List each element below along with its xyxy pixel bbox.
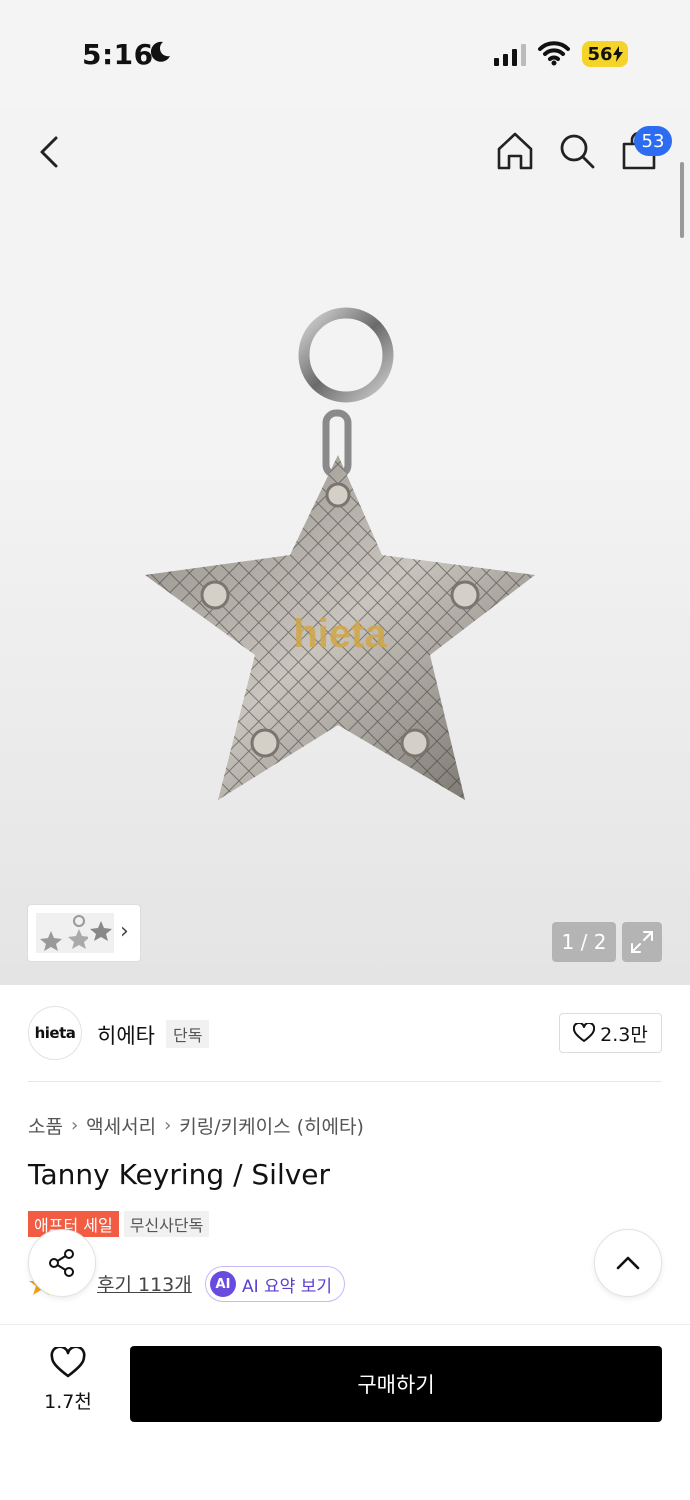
expand-image-button[interactable] <box>622 922 662 962</box>
brand-like-button[interactable]: 2.3만 <box>559 1013 662 1053</box>
breadcrumb-item[interactable]: 키링/키케이스 (히에타) <box>179 1112 364 1139</box>
product-title: Tanny Keyring / Silver <box>28 1158 331 1191</box>
status-bar: 5:16 56 <box>0 0 690 110</box>
scroll-to-top-button[interactable] <box>594 1229 662 1297</box>
brand-name[interactable]: 히에타 <box>97 1020 155 1050</box>
expand-icon <box>631 931 653 953</box>
back-arrow-icon[interactable] <box>30 132 70 172</box>
share-button[interactable] <box>28 1229 96 1297</box>
chevron-right-icon: › <box>164 1115 172 1136</box>
chevron-right-icon[interactable]: › <box>120 919 129 944</box>
brand-logo[interactable]: hieta <box>28 1006 82 1060</box>
image-page-counter: 1 / 2 <box>552 922 616 962</box>
thumbnail[interactable] <box>36 913 66 953</box>
cellular-signal-icon <box>494 44 526 66</box>
moon-icon <box>150 41 170 62</box>
chevron-right-icon: › <box>70 1115 79 1136</box>
ai-summary-button[interactable]: AI AI 요약 보기 <box>205 1266 346 1302</box>
product-photo[interactable]: hieta <box>140 305 540 805</box>
ai-icon: AI <box>210 1271 236 1297</box>
home-icon[interactable] <box>494 130 536 172</box>
breadcrumb: 소품 › 액세서리 › 키링/키케이스 (히에타) <box>28 1112 364 1139</box>
share-icon <box>49 1249 74 1277</box>
wishlist-count: 1.7천 <box>44 1391 92 1413</box>
wishlist-button[interactable]: 1.7천 <box>28 1345 108 1414</box>
brand-exclusive-tag: 단독 <box>166 1020 210 1048</box>
product-watermark: hieta <box>293 612 387 656</box>
purchase-bar: 1.7천 구매하기 <box>0 1324 690 1500</box>
charging-bolt-icon <box>612 46 623 62</box>
scrollbar[interactable] <box>680 162 684 238</box>
chevron-up-icon <box>616 1256 640 1270</box>
divider <box>28 1081 662 1082</box>
breadcrumb-item[interactable]: 소품 <box>28 1112 63 1139</box>
thumbnail-strip[interactable]: › <box>27 904 141 962</box>
wifi-icon <box>538 41 570 66</box>
breadcrumb-item[interactable]: 액세서리 <box>86 1112 156 1139</box>
battery-indicator: 56 <box>582 41 628 67</box>
star-thumbnail-icon <box>40 931 62 951</box>
search-icon[interactable] <box>556 130 598 172</box>
heart-icon <box>573 1023 596 1042</box>
ai-summary-label: AI 요약 보기 <box>242 1276 333 1297</box>
review-count-link[interactable]: 후기 113개 <box>97 1270 192 1297</box>
cart-count-badge: 53 <box>634 126 672 156</box>
battery-level: 56 <box>587 43 613 65</box>
product-gallery[interactable]: 53 hieta › 1 / 2 <box>0 110 690 985</box>
heart-icon <box>50 1345 86 1378</box>
star-thumbnail-icon <box>90 921 112 941</box>
status-time: 5:16 <box>82 38 154 71</box>
brand-like-count: 2.3만 <box>600 1023 648 1046</box>
buy-button[interactable]: 구매하기 <box>130 1346 662 1422</box>
exclusive-badge: 무신사단독 <box>123 1211 210 1237</box>
thumbnail[interactable] <box>88 913 114 953</box>
